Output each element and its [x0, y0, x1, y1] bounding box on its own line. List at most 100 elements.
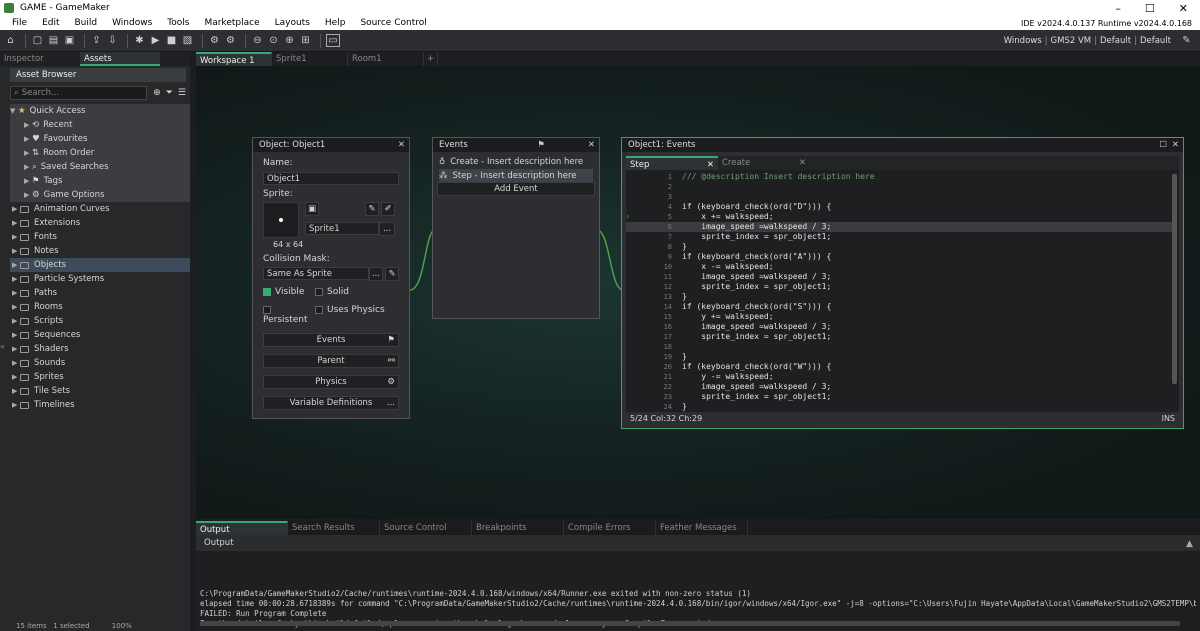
open-project-icon[interactable]: ▤: [47, 34, 60, 47]
zoom-out-icon[interactable]: ⊖: [251, 34, 264, 47]
sprite-edit-icon[interactable]: ▣: [305, 202, 319, 216]
quick-access-item[interactable]: ▶ ⚙ Game Options: [10, 188, 190, 202]
close-icon[interactable]: ✕: [1172, 138, 1179, 152]
tab-source-control[interactable]: Source Control: [380, 521, 472, 535]
asset-folder[interactable]: ▶ Extensions: [10, 216, 190, 230]
target-vm[interactable]: GMS2 VM: [1051, 36, 1092, 46]
collapse-panel-icon[interactable]: «: [0, 342, 5, 351]
asset-folder[interactable]: ▶ Objects: [10, 258, 190, 272]
physics-button[interactable]: Physics ⚙: [263, 375, 399, 389]
quick-access-item[interactable]: ▶ ⚑ Tags: [10, 174, 190, 188]
export-icon[interactable]: ⇪: [90, 34, 103, 47]
visible-checkbox[interactable]: Visible: [263, 287, 315, 297]
import-icon[interactable]: ⇩: [106, 34, 119, 47]
tab-search-results[interactable]: Search Results: [288, 521, 380, 535]
asset-folder[interactable]: ▶ Particle Systems: [10, 272, 190, 286]
code-tab-step[interactable]: Step ✕: [626, 156, 718, 170]
quick-access-item[interactable]: ▶ ⌕ Saved Searches: [10, 160, 190, 174]
add-workspace-button[interactable]: +: [424, 52, 438, 66]
minimize-button[interactable]: –: [1115, 2, 1121, 15]
variable-more-button[interactable]: ...: [387, 397, 395, 410]
new-project-icon[interactable]: ▢: [31, 34, 44, 47]
tab-feather-messages[interactable]: Feather Messages: [656, 521, 748, 535]
menu-build[interactable]: Build: [75, 18, 98, 28]
tab-inspector[interactable]: Inspector: [0, 52, 80, 66]
sprite-select[interactable]: Sprite1: [305, 222, 379, 235]
tab-output[interactable]: Output: [196, 521, 288, 535]
window-layout-icon[interactable]: ▭: [326, 34, 340, 47]
home-icon[interactable]: ⌂: [4, 34, 17, 47]
add-event-button[interactable]: Add Event: [437, 182, 595, 196]
asset-folder[interactable]: ▶ Scripts: [10, 314, 190, 328]
menu-tools[interactable]: Tools: [167, 18, 189, 28]
target-config[interactable]: Default: [1100, 36, 1131, 46]
solid-checkbox[interactable]: Solid: [315, 287, 349, 297]
asset-folder[interactable]: ▶ Notes: [10, 244, 190, 258]
filter-icon[interactable]: ⏷: [166, 88, 173, 98]
menu-icon[interactable]: ☰: [178, 88, 186, 98]
sprite-preview[interactable]: [263, 202, 299, 238]
close-icon[interactable]: ✕: [588, 138, 595, 152]
uses-physics-checkbox[interactable]: Uses Physics: [315, 305, 385, 325]
run-icon[interactable]: ▶: [149, 34, 162, 47]
object-name-field[interactable]: Object1: [263, 172, 399, 185]
code-tab-create[interactable]: Create ✕: [718, 156, 810, 170]
menu-file[interactable]: File: [12, 18, 27, 28]
persistent-checkbox[interactable]: Persistent: [263, 305, 315, 325]
asset-folder[interactable]: ▶ Paths: [10, 286, 190, 300]
event-step[interactable]: ⁂ Step - Insert description here: [439, 169, 593, 183]
maximize-icon[interactable]: ☐: [1159, 138, 1167, 152]
target-device[interactable]: Default: [1140, 36, 1171, 46]
settings-icon[interactable]: ⚙: [208, 34, 221, 47]
quick-access-item[interactable]: ▶ ⟲ Recent: [10, 118, 190, 132]
target-platform[interactable]: Windows: [1004, 36, 1042, 46]
output-hscrollbar[interactable]: [200, 621, 1180, 626]
tab-assets[interactable]: Assets: [80, 52, 160, 66]
code-area[interactable]: 1 /// @description Insert description her…: [626, 170, 1179, 412]
variable-definitions-button[interactable]: Variable Definitions...: [263, 396, 399, 410]
sprite-more-button[interactable]: ...: [379, 222, 395, 236]
menu-help[interactable]: Help: [325, 18, 346, 28]
close-icon[interactable]: ✕: [799, 156, 806, 170]
collision-edit-icon[interactable]: ✎: [385, 267, 399, 281]
events-button[interactable]: Events ⚑: [263, 333, 399, 347]
asset-folder[interactable]: ▶ Timelines: [10, 398, 190, 412]
tab-breakpoints[interactable]: Breakpoints: [472, 521, 564, 535]
close-icon[interactable]: ✕: [398, 138, 405, 152]
quick-access-item[interactable]: ▶ ⇅ Room Order: [10, 146, 190, 160]
asset-folder[interactable]: ▶ Tile Sets: [10, 384, 190, 398]
menu-layouts[interactable]: Layouts: [275, 18, 310, 28]
wrench-icon[interactable]: ✎: [1180, 34, 1193, 47]
menu-source-control[interactable]: Source Control: [360, 18, 426, 28]
asset-folder[interactable]: ▶ Sprites: [10, 370, 190, 384]
menu-marketplace[interactable]: Marketplace: [204, 18, 259, 28]
tab-room1[interactable]: Room1: [348, 52, 424, 66]
save-project-icon[interactable]: ▣: [63, 34, 76, 47]
zoom-reset-icon[interactable]: ⊙: [267, 34, 280, 47]
stop-icon[interactable]: ■: [165, 34, 178, 47]
preferences-icon[interactable]: ⚙: [224, 34, 237, 47]
clean-icon[interactable]: ▧: [181, 34, 194, 47]
sprite-brush-icon[interactable]: ✐: [381, 202, 395, 216]
menu-edit[interactable]: Edit: [42, 18, 59, 28]
quick-access-header[interactable]: ▼ ★ Quick Access: [10, 104, 190, 118]
fit-icon[interactable]: ⊞: [299, 34, 312, 47]
tab-sprite1[interactable]: Sprite1: [272, 52, 348, 66]
collision-mask-select[interactable]: Same As Sprite: [263, 267, 369, 280]
asset-folder[interactable]: ▶ Rooms: [10, 300, 190, 314]
code-scrollbar[interactable]: [1172, 174, 1177, 384]
scroll-up-icon[interactable]: ▲: [1186, 539, 1193, 549]
zoom-in-icon[interactable]: ⊕: [283, 34, 296, 47]
quick-access-item[interactable]: ▶ ♥ Favourites: [10, 132, 190, 146]
asset-search-input[interactable]: ⌕ Search...: [10, 86, 148, 100]
asset-folder[interactable]: ▶ Fonts: [10, 230, 190, 244]
asset-folder[interactable]: ▶ Shaders: [10, 342, 190, 356]
asset-folder[interactable]: ▶ Sequences: [10, 328, 190, 342]
sprite-open-icon[interactable]: ✎: [365, 202, 379, 216]
asset-folder[interactable]: ▶ Animation Curves: [10, 202, 190, 216]
asset-folder[interactable]: ▶ Sounds: [10, 356, 190, 370]
parent-button[interactable]: Parent ⚯: [263, 354, 399, 368]
tab-workspace-1[interactable]: Workspace 1: [196, 52, 272, 66]
collision-more-button[interactable]: ...: [369, 267, 383, 281]
debug-icon[interactable]: ✱: [133, 34, 146, 47]
